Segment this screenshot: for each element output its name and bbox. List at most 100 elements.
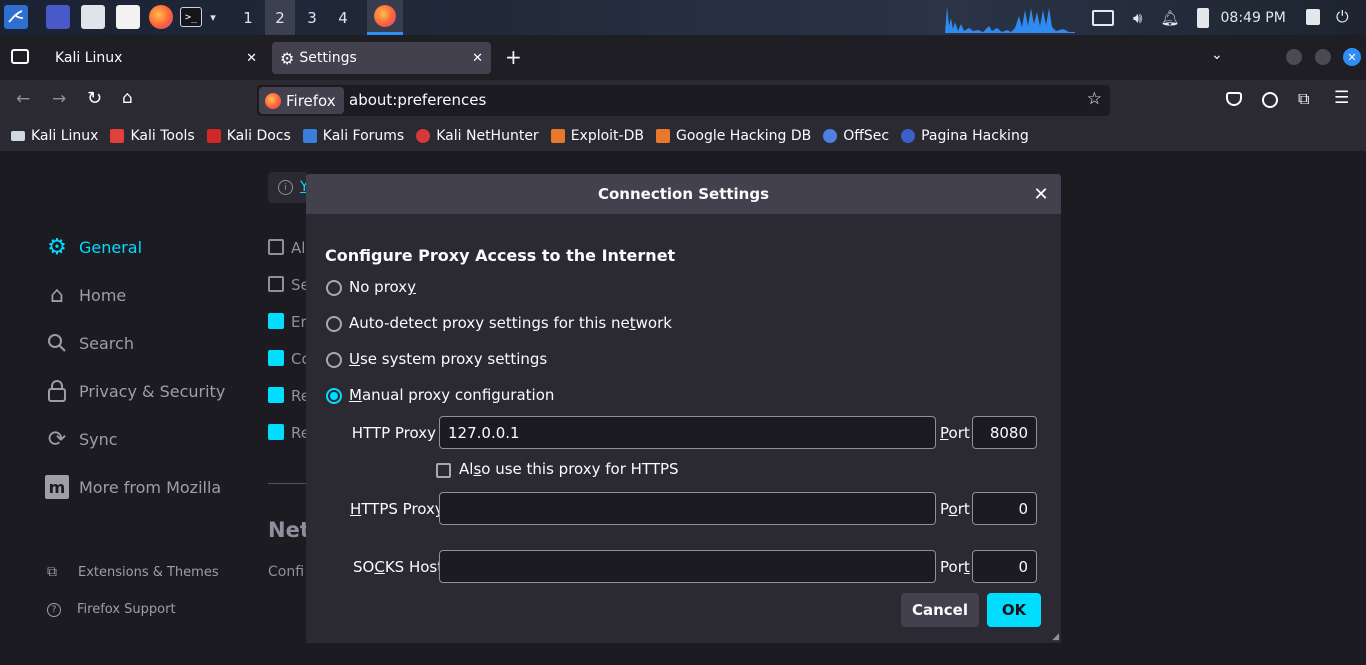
also-https-label[interactable]: Also use this proxy for HTTPS	[459, 460, 679, 478]
cpu-graph	[945, 6, 1075, 33]
identity-box[interactable]: Firefox	[259, 87, 344, 114]
bookmark-kali-docs[interactable]: Kali Docs	[206, 128, 291, 144]
power-icon[interactable]: ⏻	[1336, 7, 1349, 27]
back-arrow-icon[interactable]: ←	[16, 89, 30, 109]
firefox-support-link[interactable]: ? Firefox Support	[47, 602, 176, 617]
bookmark-kali-forums[interactable]: Kali Forums	[302, 128, 404, 144]
https-proxy-input[interactable]	[439, 492, 936, 525]
dialog-body: Configure Proxy Access to the Internet N…	[306, 214, 1061, 643]
lock-screen-icon[interactable]	[1306, 9, 1320, 25]
list-all-tabs-icon[interactable]: ⌄	[1211, 47, 1223, 63]
sidebar-item-sync[interactable]: ⟳ Sync	[45, 427, 118, 452]
home-icon[interactable]: ⌂	[122, 88, 133, 108]
hamburger-menu-icon[interactable]: ☰	[1334, 88, 1349, 108]
url-bar[interactable]: about:preferences ☆	[257, 85, 1110, 116]
socks-host-input[interactable]	[439, 550, 936, 583]
identity-label: Firefox	[286, 91, 336, 110]
window-list-icon[interactable]	[1092, 9, 1114, 26]
bg-checkbox[interactable]	[268, 350, 284, 366]
bookmark-kali-nethunter[interactable]: Kali NetHunter	[416, 128, 539, 144]
sidebar-item-home[interactable]: ⌂ Home	[45, 283, 126, 308]
close-tab-icon[interactable]: ✕	[246, 51, 257, 66]
forward-arrow-icon[interactable]: →	[52, 89, 66, 109]
kali-dragon-icon	[11, 130, 25, 141]
chevron-down-icon[interactable]: ▾	[205, 5, 221, 29]
nethunter-icon	[416, 128, 431, 143]
tab-settings[interactable]: ⚙ Settings ✕	[272, 42, 491, 74]
bookmark-pagina-hacking[interactable]: Pagina Hacking	[901, 128, 1029, 144]
firefox-view-icon[interactable]	[11, 49, 29, 64]
minimize-window-button[interactable]	[1286, 49, 1302, 65]
url-text[interactable]: about:preferences	[349, 91, 486, 109]
bg-checkbox[interactable]	[268, 276, 284, 292]
info-box: i Y	[268, 172, 309, 203]
workspace-3[interactable]: 3	[297, 0, 327, 35]
mozilla-icon: m	[45, 475, 69, 499]
sidebar-item-general[interactable]: ⚙ General	[45, 235, 142, 260]
firefox-icon	[374, 5, 396, 27]
sidebar-item-more-from-mozilla[interactable]: m More from Mozilla	[45, 475, 221, 499]
radio-label-system-proxy[interactable]: Use system proxy settings	[349, 350, 547, 368]
file-manager-icon[interactable]	[81, 5, 105, 29]
bg-checkbox[interactable]	[268, 239, 284, 255]
section-divider	[268, 483, 308, 484]
reload-icon[interactable]: ↻	[87, 88, 102, 109]
socks-port-label: Port	[940, 558, 970, 576]
https-proxy-label: HTTPS Proxy	[350, 500, 444, 518]
also-https-checkbox[interactable]	[436, 463, 451, 478]
socks-port-input[interactable]: 0	[972, 550, 1037, 583]
bookmark-kali-tools[interactable]: Kali Tools	[110, 128, 195, 144]
volume-icon[interactable]: 🔊︎	[1133, 9, 1142, 27]
resize-grip-icon[interactable]: ◢	[1052, 632, 1059, 642]
https-port-input[interactable]: 0	[972, 492, 1037, 525]
cancel-button[interactable]: Cancel	[901, 593, 979, 627]
network-text-fragment: Confi	[268, 564, 305, 580]
bookmark-google-hacking-db[interactable]: Google Hacking DB	[655, 128, 811, 144]
close-tab-icon[interactable]: ✕	[472, 51, 483, 66]
radio-label-manual-proxy[interactable]: Manual proxy configuration	[349, 386, 554, 404]
tab-kali-linux[interactable]: Kali Linux ✕	[43, 42, 265, 74]
close-icon[interactable]: ✕	[1030, 183, 1052, 205]
bookmark-kali-linux[interactable]: Kali Linux	[11, 128, 98, 144]
kali-forums-icon	[302, 128, 317, 143]
workspace-2[interactable]: 2	[265, 0, 295, 35]
bookmark-star-icon[interactable]: ☆	[1087, 89, 1102, 109]
ok-button[interactable]: OK	[987, 593, 1041, 627]
bg-checkbox[interactable]	[268, 313, 284, 329]
bg-checkbox[interactable]	[268, 387, 284, 403]
radio-label-no-proxy[interactable]: No proxy	[349, 278, 416, 296]
extensions-themes-link[interactable]: ⧉ Extensions & Themes	[47, 564, 219, 580]
notification-bell-icon[interactable]: 🔔︎	[1160, 9, 1179, 27]
firefox-window-button[interactable]	[367, 0, 403, 35]
bookmarks-toolbar: Kali Linux Kali Tools Kali Docs Kali For…	[0, 120, 1366, 151]
http-port-label: Port	[940, 424, 970, 442]
text-editor-icon[interactable]	[116, 5, 140, 29]
clock[interactable]: 08:49 PM	[1221, 10, 1286, 26]
maximize-window-button[interactable]	[1315, 49, 1331, 65]
bookmark-exploit-db[interactable]: Exploit-DB	[550, 128, 644, 144]
http-port-input[interactable]: 8080	[972, 416, 1037, 449]
new-tab-button[interactable]: +	[505, 45, 522, 69]
close-window-button[interactable]: ✕	[1343, 48, 1361, 66]
http-proxy-input[interactable]: 127.0.0.1	[439, 416, 936, 449]
pocket-icon[interactable]	[1226, 92, 1242, 106]
extensions-icon[interactable]: ⧉	[1298, 89, 1309, 109]
sidebar-item-search[interactable]: Search	[45, 331, 134, 355]
kali-menu-icon[interactable]	[4, 5, 28, 29]
workspace-4[interactable]: 4	[328, 0, 358, 35]
radio-manual-proxy[interactable]	[326, 388, 342, 404]
sidebar-item-privacy[interactable]: Privacy & Security	[45, 379, 225, 403]
firefox-launcher-icon[interactable]	[149, 5, 173, 29]
terminal-icon[interactable]: >_	[180, 7, 202, 27]
battery-icon[interactable]	[1196, 7, 1209, 28]
radio-no-proxy[interactable]	[326, 280, 342, 296]
bg-checkbox[interactable]	[268, 424, 284, 440]
desktop-icon[interactable]	[46, 5, 70, 29]
radio-auto-detect[interactable]	[326, 316, 342, 332]
radio-system-proxy[interactable]	[326, 352, 342, 368]
lock-icon	[45, 379, 69, 403]
radio-label-auto-detect[interactable]: Auto-detect proxy settings for this netw…	[349, 314, 672, 332]
workspace-1[interactable]: 1	[233, 0, 263, 35]
bookmark-offsec[interactable]: OffSec	[823, 128, 889, 144]
account-icon[interactable]	[1262, 92, 1278, 108]
